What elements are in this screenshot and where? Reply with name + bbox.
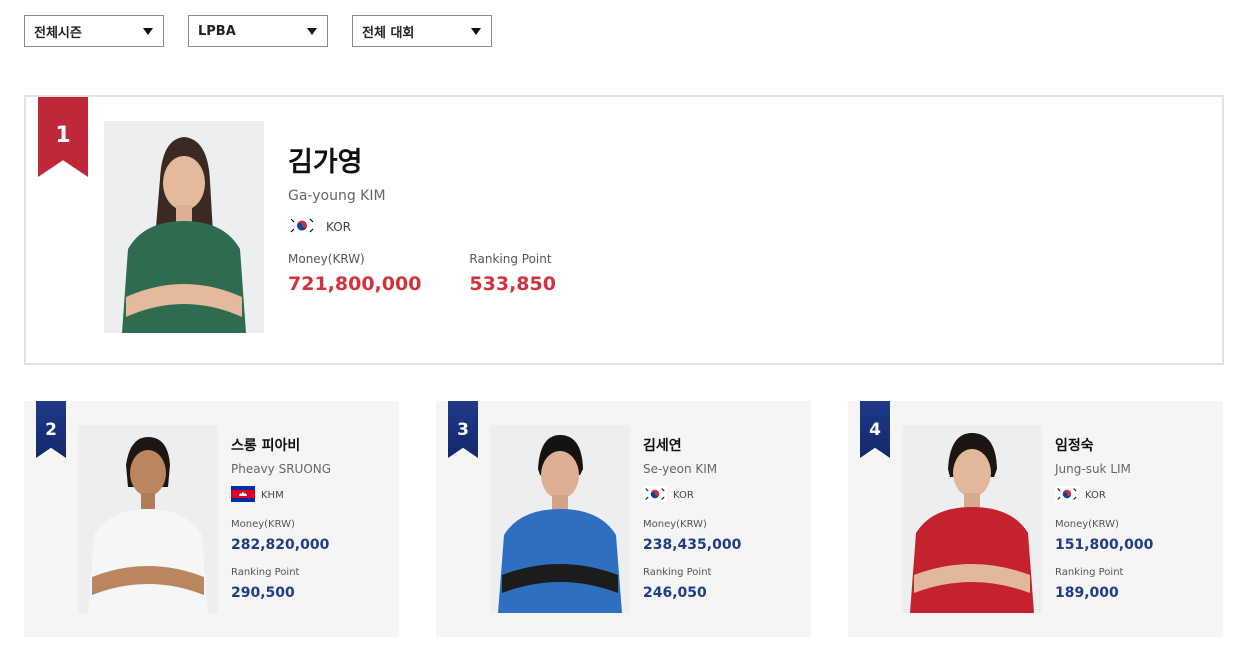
player-photo <box>902 425 1042 613</box>
ranking-point-label: Ranking Point <box>1055 567 1124 578</box>
nationality: KOR <box>1055 486 1153 505</box>
player-info: 김세연 Se-yeon KIM KOR Money(KRW) 238,435,0… <box>643 435 741 601</box>
money-value: 238,435,000 <box>643 537 742 553</box>
nationality: KOR <box>288 216 556 238</box>
rank-badge: 1 <box>38 97 88 177</box>
player-card-rank-3[interactable]: 3 김세연 Se-yeon KIM KOR Money(KRW) 238,435… <box>436 401 811 637</box>
player-info: 임정숙 Jung-suk LIM KOR Money(KRW) 151,800,… <box>1055 435 1153 601</box>
korea-flag-icon <box>288 216 316 238</box>
player-stats: Money(KRW) 721,800,000 Ranking Point 533… <box>288 252 556 295</box>
ranking-point-stat: Ranking Point 533,850 <box>469 252 556 295</box>
tournament-select[interactable]: 전체 대회 <box>352 15 492 47</box>
league-select-value: LPBA <box>198 23 236 39</box>
ranking-point-label: Ranking Point <box>643 567 712 578</box>
league-select[interactable]: LPBA <box>188 15 328 47</box>
country-code: KHM <box>261 490 284 501</box>
rank-badge: 2 <box>36 401 66 458</box>
chevron-down-icon <box>471 27 481 35</box>
korea-flag-icon <box>1055 486 1079 505</box>
ranking-point-value: 290,500 <box>231 585 295 601</box>
player-name-en: Jung-suk LIM <box>1055 462 1131 476</box>
ranking-point-value: 189,000 <box>1055 585 1119 601</box>
tournament-select-value: 전체 대회 <box>362 25 415 41</box>
country-code: KOR <box>673 490 694 501</box>
filter-bar: 전체시즌 LPBA 전체 대회 <box>24 15 492 47</box>
player-name-en: Ga-young KIM <box>288 188 386 204</box>
ranking-point-value: 533,850 <box>469 273 556 295</box>
ranking-point-value: 246,050 <box>643 585 707 601</box>
money-label: Money(KRW) <box>231 519 295 530</box>
player-name-ko: 스롱 피아비 <box>231 438 301 454</box>
player-photo <box>78 425 218 613</box>
cambodia-flag-icon <box>231 486 255 505</box>
rank-badge: 3 <box>448 401 478 458</box>
rank-badge: 4 <box>860 401 890 458</box>
country-code: KOR <box>326 220 351 234</box>
country-code: KOR <box>1085 490 1106 501</box>
money-label: Money(KRW) <box>288 252 365 266</box>
chevron-down-icon <box>307 27 317 35</box>
player-name-ko: 김가영 <box>288 147 363 178</box>
player-photo <box>104 121 264 333</box>
player-name-ko: 김세연 <box>643 438 682 454</box>
player-info: 스롱 피아비 Pheavy SRUONG KHM Money(KRW) 282,… <box>231 435 331 601</box>
money-stat: Money(KRW) 721,800,000 <box>288 252 421 295</box>
money-label: Money(KRW) <box>1055 519 1119 530</box>
player-card-rank-4[interactable]: 4 임정숙 Jung-suk LIM KOR Money(KRW) 151,80… <box>848 401 1223 637</box>
money-value: 151,800,000 <box>1055 537 1154 553</box>
nationality: KHM <box>231 486 331 505</box>
korea-flag-icon <box>643 486 667 505</box>
ranking-point-label: Ranking Point <box>469 252 552 266</box>
money-value: 282,820,000 <box>231 537 330 553</box>
player-info: 김가영 Ga-young KIM KOR Money(KRW) 721,800,… <box>288 149 556 295</box>
ranking-point-label: Ranking Point <box>231 567 300 578</box>
player-name-en: Se-yeon KIM <box>643 462 718 476</box>
season-select[interactable]: 전체시즌 <box>24 15 164 47</box>
season-select-value: 전체시즌 <box>34 25 82 41</box>
money-label: Money(KRW) <box>643 519 707 530</box>
player-photo <box>490 425 630 613</box>
player-card-rank-1[interactable]: 1 김가영 Ga-young KIM KOR Money(KRW) 721,80… <box>24 95 1224 365</box>
player-card-rank-2[interactable]: 2 스롱 피아비 Pheavy SRUONG KHM Money(KRW) 28… <box>24 401 399 637</box>
chevron-down-icon <box>143 27 153 35</box>
nationality: KOR <box>643 486 741 505</box>
player-name-en: Pheavy SRUONG <box>231 462 332 476</box>
player-name-ko: 임정숙 <box>1055 438 1094 454</box>
money-value: 721,800,000 <box>288 273 422 295</box>
